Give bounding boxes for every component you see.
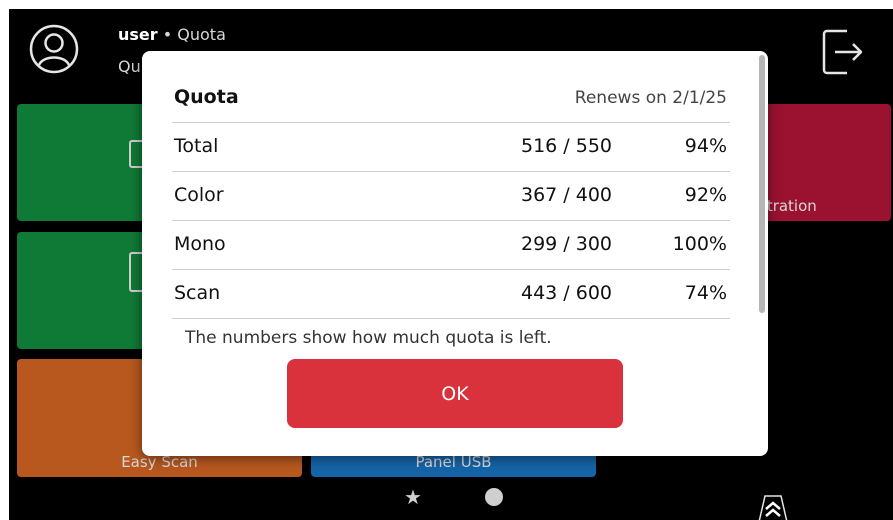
quota-used: 443 / 600 (520, 282, 612, 304)
quota-row-mono: Mono 299 / 300 100% (172, 220, 730, 269)
star-icon[interactable]: ★ (404, 485, 422, 509)
quota-note: The numbers show how much quota is left. (185, 328, 552, 348)
quota-percent: 74% (684, 282, 727, 304)
quota-name: Total (174, 135, 219, 157)
quota-row-color: Color 367 / 400 92% (172, 171, 730, 220)
quota-name: Scan (174, 282, 221, 304)
quota-name: Mono (174, 233, 226, 255)
quota-percent: 100% (672, 233, 727, 255)
quota-row-scan: Scan 443 / 600 74% (172, 269, 730, 319)
logout-icon[interactable] (819, 25, 865, 79)
quota-percent: 94% (684, 135, 727, 157)
header-section: Quota (177, 25, 226, 44)
header-title: user • Quota (118, 25, 226, 44)
double-chevron-up-icon[interactable] (749, 492, 797, 520)
dot-icon[interactable] (485, 488, 503, 506)
quota-row-total: Total 516 / 550 94% (172, 122, 730, 171)
user-circle-icon[interactable] (29, 24, 79, 74)
quota-used: 299 / 300 (520, 233, 612, 255)
dialog-title: Quota (174, 86, 239, 108)
quota-used: 367 / 400 (520, 184, 612, 206)
header-separator: • (157, 25, 178, 44)
quota-name: Color (174, 184, 224, 206)
renewal-date: Renews on 2/1/25 (574, 88, 727, 108)
dialog-scrollbar[interactable] (759, 55, 765, 313)
ok-button[interactable]: OK (287, 359, 623, 428)
quota-percent: 92% (684, 184, 727, 206)
header-subtitle: Qu (118, 57, 141, 76)
quota-used: 516 / 550 (520, 135, 612, 157)
user-name: user (118, 25, 158, 44)
